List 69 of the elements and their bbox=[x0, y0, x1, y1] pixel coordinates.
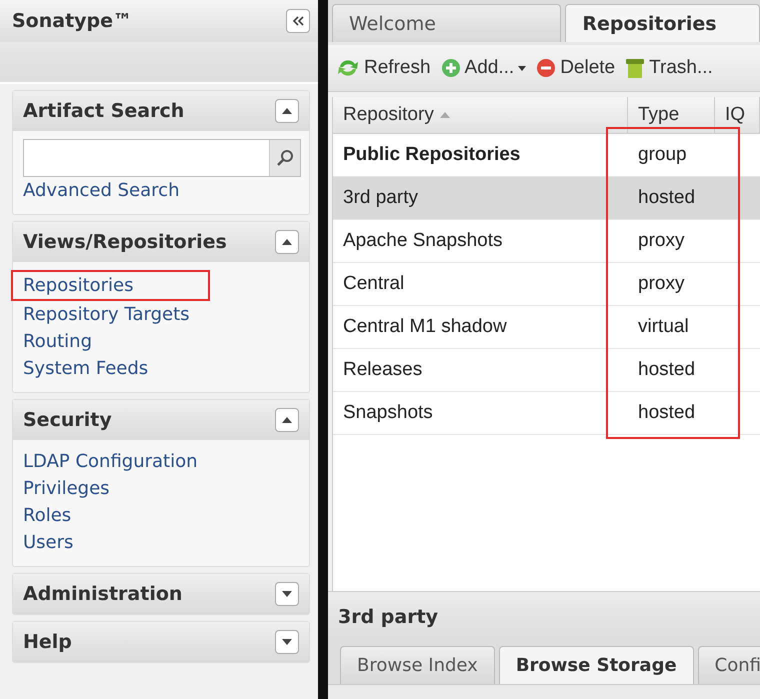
table-cell-text: hosted bbox=[637, 359, 696, 381]
search-button[interactable] bbox=[269, 140, 300, 176]
triangle-up-icon bbox=[282, 108, 292, 114]
toggle-button[interactable] bbox=[275, 99, 299, 123]
triangle-up-icon bbox=[282, 239, 292, 245]
table-row[interactable]: Snapshots hosted bbox=[333, 392, 760, 435]
column-header[interactable]: IQ bbox=[715, 97, 760, 133]
tab[interactable]: Confi bbox=[698, 646, 760, 684]
table-cell-text: proxy bbox=[637, 230, 686, 252]
toolbar-button[interactable]: Refresh bbox=[334, 57, 433, 79]
toolbar-button[interactable]: Add... bbox=[438, 57, 528, 79]
caret-icon bbox=[518, 66, 526, 70]
plus-circle-icon bbox=[440, 58, 461, 78]
table-row[interactable]: Central proxy bbox=[333, 263, 760, 306]
table-cell-text: virtual bbox=[637, 316, 690, 338]
toolbar-button[interactable]: Delete bbox=[534, 57, 618, 79]
search-icon bbox=[276, 149, 294, 167]
table-cell-text: 3rd party bbox=[342, 187, 419, 209]
table-cell-text: Public Repositories bbox=[342, 144, 522, 166]
column-header[interactable]: Type bbox=[628, 97, 715, 133]
table-row[interactable]: Apache Snapshots proxy bbox=[333, 220, 760, 263]
panel-title: Views/Repositories bbox=[23, 231, 227, 253]
collapse-button[interactable] bbox=[286, 9, 310, 33]
triangle-down-icon bbox=[282, 639, 292, 645]
nav-link[interactable]: Roles bbox=[23, 502, 72, 529]
table-cell-text: Releases bbox=[342, 359, 424, 381]
toolbar-button[interactable]: Trash... bbox=[623, 57, 715, 79]
nav-link[interactable]: Repository Targets bbox=[23, 301, 190, 328]
table-cell-text: Apache Snapshots bbox=[342, 230, 504, 252]
nav-link[interactable]: LDAP Configuration bbox=[23, 448, 198, 475]
nav-link[interactable]: Advanced Search bbox=[23, 177, 180, 204]
table-cell-text: proxy bbox=[637, 273, 686, 295]
panel-title: Administration bbox=[23, 583, 182, 605]
tab[interactable]: Browse Storage bbox=[498, 646, 694, 684]
table-cell-text: Snapshots bbox=[342, 402, 434, 424]
toggle-button[interactable] bbox=[275, 408, 299, 432]
panel-title: Help bbox=[23, 631, 72, 653]
table-row[interactable]: 3rd party hosted bbox=[333, 177, 760, 220]
trash-bin-icon bbox=[625, 57, 646, 79]
toggle-button[interactable] bbox=[275, 582, 299, 606]
toggle-button[interactable] bbox=[275, 630, 299, 654]
nav-link[interactable]: System Feeds bbox=[23, 355, 148, 382]
panel-title: Security bbox=[23, 409, 112, 431]
refresh-icon bbox=[336, 58, 360, 78]
tab[interactable]: Repositories bbox=[565, 4, 760, 42]
nav-link[interactable]: Routing bbox=[23, 328, 92, 355]
table-row[interactable]: Central M1 shadow virtual bbox=[333, 306, 760, 349]
table-row[interactable]: Releases hosted bbox=[333, 349, 760, 392]
toggle-button[interactable] bbox=[275, 230, 299, 254]
table-cell-text: Central bbox=[342, 273, 406, 295]
table-cell-text: hosted bbox=[637, 402, 696, 424]
panel-title: 3rd party bbox=[338, 606, 438, 628]
panel-title: Artifact Search bbox=[23, 100, 184, 122]
nav-link[interactable]: Repositories bbox=[23, 275, 134, 296]
nav-link[interactable]: Users bbox=[23, 529, 74, 556]
table-cell-text: hosted bbox=[637, 187, 696, 209]
nav-link[interactable]: Privileges bbox=[23, 475, 110, 502]
tab[interactable]: Browse Index bbox=[340, 646, 495, 684]
double-chevron-left-icon bbox=[291, 15, 305, 27]
triangle-up-icon bbox=[282, 417, 292, 423]
app-title: Sonatype™ bbox=[12, 10, 132, 32]
minus-circle-icon bbox=[536, 58, 556, 78]
triangle-down-icon bbox=[282, 591, 292, 597]
tab[interactable]: Welcome bbox=[332, 4, 562, 42]
table-cell-text: Central M1 shadow bbox=[342, 316, 508, 338]
table-cell-text: group bbox=[637, 144, 688, 166]
search-field[interactable] bbox=[23, 139, 301, 177]
sort-up-icon bbox=[440, 112, 450, 118]
column-header[interactable]: Repository bbox=[333, 97, 628, 133]
